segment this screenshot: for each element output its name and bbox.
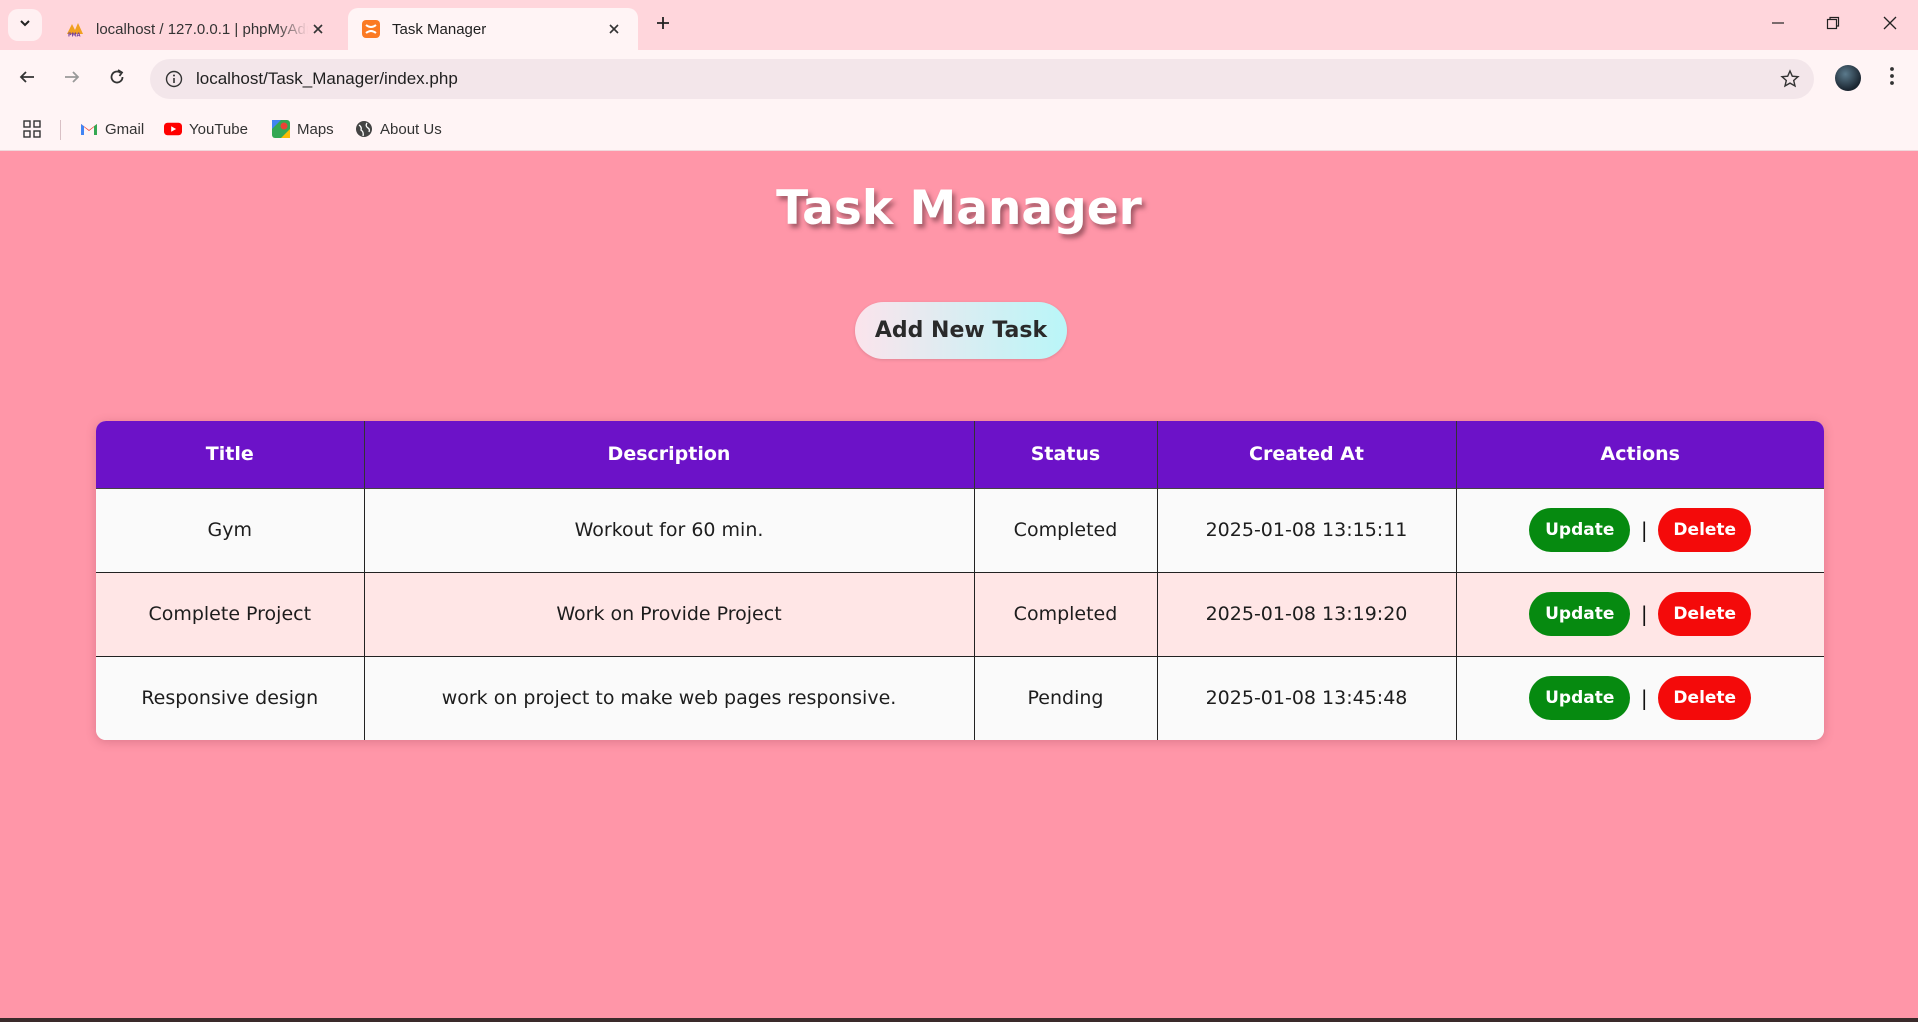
task-title: Gym xyxy=(96,487,365,572)
restore-icon xyxy=(1826,16,1840,35)
task-description: Work on Provide Project xyxy=(364,571,975,656)
task-status: Pending xyxy=(974,655,1158,740)
close-icon xyxy=(1883,16,1897,35)
taskbar-edge xyxy=(0,1018,1918,1022)
arrow-left-icon xyxy=(18,68,36,91)
task-actions: Update | Delete xyxy=(1456,487,1824,572)
tab-strip: PMA localhost / 127.0.0.1 | phpMyAdmin T… xyxy=(0,0,1918,50)
apps-grid-icon[interactable] xyxy=(20,117,44,141)
back-button[interactable] xyxy=(10,62,44,96)
minimize-icon xyxy=(1771,16,1785,35)
svg-text:PMA: PMA xyxy=(68,33,81,38)
maps-icon xyxy=(272,120,290,138)
action-separator: | xyxy=(1640,518,1648,542)
add-new-task-button[interactable]: Add New Task xyxy=(855,302,1067,359)
bookmark-maps[interactable]: Maps xyxy=(272,116,334,142)
task-table-container: Title Description Status Created At Acti… xyxy=(96,421,1824,740)
action-separator: | xyxy=(1640,602,1648,626)
phpmyadmin-icon: PMA xyxy=(66,20,84,38)
bookmark-star-icon[interactable] xyxy=(1778,67,1802,91)
action-separator: | xyxy=(1640,686,1648,711)
column-header-status: Status xyxy=(974,421,1158,488)
arrow-right-icon xyxy=(63,68,81,91)
delete-button[interactable]: Delete xyxy=(1658,676,1752,721)
xampp-icon xyxy=(362,20,380,38)
update-button[interactable]: Update xyxy=(1529,676,1631,721)
task-description: work on project to make web pages respon… xyxy=(364,655,975,740)
close-icon[interactable] xyxy=(604,19,624,39)
table-row: Responsive design work on project to mak… xyxy=(96,655,1824,740)
restore-button[interactable] xyxy=(1815,10,1851,40)
profile-avatar[interactable] xyxy=(1835,65,1861,91)
task-created-at: 2025-01-08 13:45:48 xyxy=(1157,655,1457,740)
bookmarks-bar: Gmail YouTube Maps About Us xyxy=(0,108,1918,151)
reload-button[interactable] xyxy=(100,62,134,96)
update-button[interactable]: Update xyxy=(1529,508,1631,552)
column-header-title: Title xyxy=(96,421,365,488)
bookmark-label: Gmail xyxy=(105,120,145,138)
url-text: localhost/Task_Manager/index.php xyxy=(196,69,458,88)
task-actions: Update | Delete xyxy=(1456,655,1824,740)
globe-icon xyxy=(355,120,373,138)
tab-search-button[interactable] xyxy=(8,9,42,41)
address-bar[interactable]: localhost/Task_Manager/index.php xyxy=(150,59,1814,99)
tab-task-manager[interactable]: Task Manager xyxy=(348,8,638,50)
bookmark-label: YouTube xyxy=(189,120,248,138)
table-row: Gym Workout for 60 min. Completed 2025-0… xyxy=(96,487,1824,572)
task-title: Complete Project xyxy=(96,571,365,656)
bookmark-label: About Us xyxy=(380,120,442,138)
site-info-icon[interactable] xyxy=(154,59,194,99)
browser-toolbar: localhost/Task_Manager/index.php xyxy=(0,50,1918,108)
update-button[interactable]: Update xyxy=(1529,592,1631,636)
forward-button[interactable] xyxy=(55,62,89,96)
bookmark-label: Maps xyxy=(297,120,334,138)
page-title: Task Manager xyxy=(776,181,1142,236)
column-header-description: Description xyxy=(364,421,975,488)
tab-title: Task Manager xyxy=(392,20,487,38)
tab-title: localhost / 127.0.0.1 | phpMyAdmin xyxy=(96,20,308,38)
page-body: Task Manager Add New Task Title Descript… xyxy=(0,151,1918,1022)
task-status: Completed xyxy=(974,487,1158,572)
close-window-button[interactable] xyxy=(1872,10,1908,40)
bookmarks-divider xyxy=(60,120,61,140)
bookmark-about-us[interactable]: About Us xyxy=(355,116,442,142)
new-tab-button[interactable] xyxy=(650,12,676,38)
table-row: Complete Project Work on Provide Project… xyxy=(96,571,1824,656)
task-created-at: 2025-01-08 13:15:11 xyxy=(1157,487,1457,572)
task-description: Workout for 60 min. xyxy=(364,487,975,572)
tab-phpmyadmin[interactable]: PMA localhost / 127.0.0.1 | phpMyAdmin xyxy=(52,8,342,50)
chevron-down-icon xyxy=(18,16,32,35)
table-header-row: Title Description Status Created At Acti… xyxy=(96,421,1824,488)
bookmark-youtube[interactable]: YouTube xyxy=(164,116,248,142)
minimize-button[interactable] xyxy=(1760,10,1796,40)
task-status: Completed xyxy=(974,571,1158,656)
plus-icon xyxy=(655,15,671,36)
reload-icon xyxy=(108,68,126,91)
browser-menu-button[interactable] xyxy=(1880,63,1904,93)
task-actions: Update | Delete xyxy=(1456,571,1824,656)
gmail-icon xyxy=(80,120,98,138)
column-header-actions: Actions xyxy=(1456,421,1824,488)
task-table: Title Description Status Created At Acti… xyxy=(96,421,1824,740)
close-icon[interactable] xyxy=(308,19,328,39)
delete-button[interactable]: Delete xyxy=(1658,592,1752,636)
task-title: Responsive design xyxy=(96,655,365,740)
delete-button[interactable]: Delete xyxy=(1658,508,1752,552)
kebab-menu-icon xyxy=(1889,66,1895,91)
youtube-icon xyxy=(164,120,182,138)
column-header-created-at: Created At xyxy=(1157,421,1457,488)
task-created-at: 2025-01-08 13:19:20 xyxy=(1157,571,1457,656)
bookmark-gmail[interactable]: Gmail xyxy=(80,116,144,142)
